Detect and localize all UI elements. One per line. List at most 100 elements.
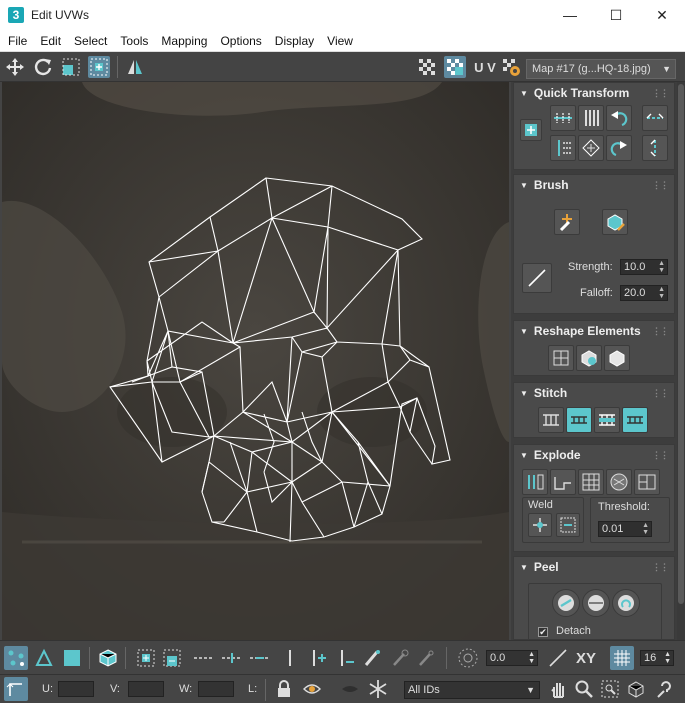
stitch-average-button[interactable] xyxy=(594,407,620,433)
reset-peel-button[interactable] xyxy=(612,589,640,617)
weld-selected-button[interactable] xyxy=(528,513,552,537)
mirror-icon[interactable] xyxy=(124,56,146,78)
uv-viewport[interactable] xyxy=(2,82,509,640)
flatten-by-polygon-button[interactable] xyxy=(578,469,604,495)
target-weld-button[interactable] xyxy=(556,513,580,537)
close-button[interactable]: ✕ xyxy=(639,0,685,30)
straighten-selection-button[interactable] xyxy=(548,345,574,371)
grid-snap-icon[interactable] xyxy=(610,646,634,670)
explode-header[interactable]: ▼ Explode ⋮⋮ xyxy=(514,445,674,465)
rotate-icon[interactable] xyxy=(32,56,54,78)
falloff-line-icon[interactable] xyxy=(546,646,570,670)
menu-tools[interactable]: Tools xyxy=(114,34,154,48)
freeze-icon[interactable] xyxy=(366,677,390,701)
paint-move-button[interactable] xyxy=(554,209,580,235)
shrink-selection-icon[interactable] xyxy=(160,646,184,670)
stitch-to-source-button[interactable] xyxy=(622,407,648,433)
falloff-input[interactable]: 20.0 ▲ ▼ xyxy=(620,285,668,301)
spinner-icon[interactable]: ▲ ▼ xyxy=(642,522,649,536)
absolute-offset-icon[interactable] xyxy=(4,677,28,701)
straighten-button[interactable] xyxy=(578,135,604,161)
strength-input[interactable]: 10.0 ▲ ▼ xyxy=(620,259,668,275)
space-vertical-button[interactable] xyxy=(642,135,668,161)
detach-edge-button[interactable] xyxy=(550,469,576,495)
menu-edit[interactable]: Edit xyxy=(34,34,67,48)
rotate-ccw-button[interactable] xyxy=(606,105,632,131)
hide-icon[interactable] xyxy=(300,677,324,701)
show-map-icon[interactable] xyxy=(444,56,466,78)
checker-icon[interactable] xyxy=(416,56,438,78)
freeze-eye-icon[interactable] xyxy=(338,677,362,701)
vertex-mode-icon[interactable] xyxy=(4,646,28,670)
minimize-button[interactable]: — xyxy=(547,0,593,30)
xy-axis-label[interactable]: XY xyxy=(572,646,600,670)
u-input[interactable] xyxy=(58,681,94,697)
panel-scrollbar-thumb[interactable] xyxy=(678,84,684,604)
align-vertical-button[interactable] xyxy=(578,105,604,131)
brush-curve-button[interactable] xyxy=(522,263,552,293)
map-settings-icon[interactable] xyxy=(500,56,522,78)
spinner-icon[interactable]: ▲ ▼ xyxy=(658,260,665,274)
lock-icon[interactable] xyxy=(272,677,296,701)
face-mode-icon[interactable] xyxy=(60,646,84,670)
relax-button[interactable] xyxy=(576,345,602,371)
stitch-header[interactable]: ▼ Stitch ⋮⋮ xyxy=(514,383,674,403)
flatten-by-material-button[interactable] xyxy=(634,469,660,495)
soft-selection-icon[interactable] xyxy=(456,646,480,670)
shrink-brush-icon[interactable] xyxy=(414,646,438,670)
shrink-loop-icon[interactable] xyxy=(248,646,272,670)
zoom-region-icon[interactable] xyxy=(598,677,622,701)
pan-hand-icon[interactable] xyxy=(546,677,570,701)
stitch-custom-button[interactable] xyxy=(538,407,564,433)
help-icon[interactable] xyxy=(654,677,678,701)
uv-mesh-canvas[interactable] xyxy=(2,82,509,640)
zoom-icon[interactable] xyxy=(572,677,596,701)
menu-file[interactable]: File xyxy=(2,34,33,48)
edge-mode-icon[interactable] xyxy=(32,646,56,670)
menu-options[interactable]: Options xyxy=(214,34,267,48)
scale-icon[interactable] xyxy=(60,56,82,78)
break-button[interactable] xyxy=(522,469,548,495)
spinner-icon[interactable]: ▲ ▼ xyxy=(658,286,665,300)
peel-mode-button[interactable] xyxy=(582,589,610,617)
pivot-button[interactable] xyxy=(520,119,542,141)
detach-checkbox[interactable]: ✔ xyxy=(538,627,548,637)
quick-peel-button[interactable] xyxy=(552,589,580,617)
align-to-edge-button[interactable] xyxy=(550,135,576,161)
material-id-select[interactable]: All IDs ▼ xyxy=(404,681,540,699)
space-horizontal-button[interactable] xyxy=(642,105,668,131)
zoom-extents-icon[interactable] xyxy=(624,677,648,701)
soft-selection-value[interactable]: 0.0 ▲ ▼ xyxy=(486,650,538,666)
loop-select-icon[interactable] xyxy=(192,646,216,670)
menu-display[interactable]: Display xyxy=(269,34,320,48)
menu-mapping[interactable]: Mapping xyxy=(155,34,213,48)
rotate-cw-button[interactable] xyxy=(606,135,632,161)
w-input[interactable] xyxy=(198,681,234,697)
brush-header[interactable]: ▼ Brush ⋮⋮ xyxy=(514,175,674,195)
grow-selection-icon[interactable] xyxy=(134,646,158,670)
peel-header[interactable]: ▼ Peel ⋮⋮ xyxy=(514,557,674,577)
grid-size-value[interactable]: 16 ▲ ▼ xyxy=(640,650,674,666)
reshape-elements-header[interactable]: ▼ Reshape Elements ⋮⋮ xyxy=(514,321,674,341)
map-select-dropdown[interactable]: Map #17 (g...HQ-18.jpg) ▼ xyxy=(526,59,676,79)
flatten-by-smoothing-button[interactable] xyxy=(606,469,632,495)
shrink-ring-icon[interactable] xyxy=(334,646,358,670)
grow-loop-icon[interactable] xyxy=(220,646,244,670)
threshold-input[interactable]: 0.01 ▲ ▼ xyxy=(598,521,652,537)
stitch-to-target-button[interactable] xyxy=(566,407,592,433)
uv-axis-label[interactable]: U V xyxy=(472,56,498,78)
element-mode-icon[interactable] xyxy=(96,646,120,670)
menu-view[interactable]: View xyxy=(321,34,359,48)
menu-select[interactable]: Select xyxy=(68,34,113,48)
paint-select-icon[interactable] xyxy=(360,646,384,670)
maximize-button[interactable]: ☐ xyxy=(593,0,639,30)
ring-select-icon[interactable] xyxy=(278,646,302,670)
quick-transform-header[interactable]: ▼ Quick Transform ⋮⋮ xyxy=(514,83,674,103)
grow-ring-icon[interactable] xyxy=(306,646,330,670)
freeform-icon[interactable] xyxy=(88,56,110,78)
enlarge-brush-icon[interactable] xyxy=(388,646,412,670)
arrange-button[interactable] xyxy=(604,345,630,371)
relax-brush-button[interactable] xyxy=(602,209,628,235)
move-icon[interactable] xyxy=(4,56,26,78)
v-input[interactable] xyxy=(128,681,164,697)
